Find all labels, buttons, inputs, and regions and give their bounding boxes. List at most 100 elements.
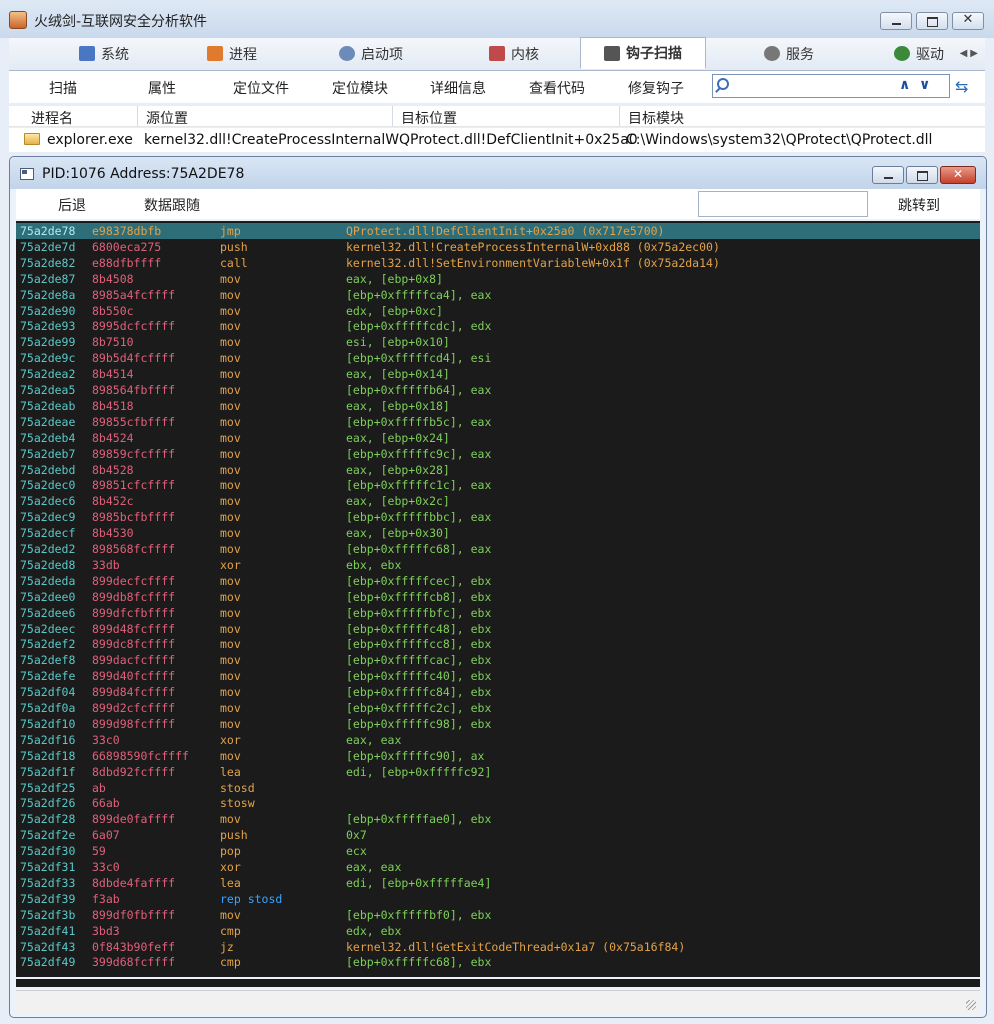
disasm-row[interactable]: 75a2df2e 6a07 push 0x7 — [16, 827, 980, 843]
disasm-row[interactable]: 75a2dee6 899dfcfbffff mov [ebp+0xfffffbfc],… — [16, 605, 980, 621]
search-input[interactable]: ∧ ∨ — [712, 74, 950, 98]
disasm-row[interactable]: 75a2df18 66898590fcffff mov [ebp+0xfffffc90… — [16, 748, 980, 764]
column-source[interactable]: 源位置 — [146, 108, 188, 128]
disasm-operands: edi, [ebp+0xfffffc92] — [346, 764, 492, 779]
disasm-row[interactable]: 75a2deda 899decfcffff mov [ebp+0xfffffcec],… — [16, 573, 980, 589]
disasm-mnemonic: stosw — [220, 796, 255, 811]
disasm-row[interactable]: 75a2de99 8b7510 mov esi, [ebp+0x10] — [16, 334, 980, 350]
search-next-icon[interactable]: ∨ — [919, 77, 930, 93]
disasm-row[interactable]: 75a2ded2 898568fcffff mov [ebp+0xfffffc68],… — [16, 541, 980, 557]
horizontal-scrollbar[interactable] — [16, 979, 980, 987]
disasm-row[interactable]: 75a2df0a 899d2cfcffff mov [ebp+0xfffffc2c],… — [16, 700, 980, 716]
disasm-row[interactable]: 75a2deec 899d48fcffff mov [ebp+0xfffffc48],… — [16, 621, 980, 637]
status-bar — [16, 990, 980, 1013]
resize-grip-icon[interactable] — [966, 1000, 976, 1010]
column-target[interactable]: 目标位置 — [401, 108, 457, 128]
disasm-row[interactable]: 75a2df25 ab stosd — [16, 780, 980, 796]
disasm-row[interactable]: 75a2dec9 8985bcfbffff mov [ebp+0xfffffbbc],… — [16, 509, 980, 525]
view-code-button[interactable]: 查看代码 — [529, 78, 585, 98]
tab-service[interactable]: 服务 — [734, 38, 844, 69]
tab-hook-scan[interactable]: 钩子扫描 — [580, 37, 706, 69]
column-target-module[interactable]: 目标模块 — [628, 108, 684, 128]
disasm-row[interactable]: 75a2de9c 89b5d4fcffff mov [ebp+0xfffffcd4],… — [16, 350, 980, 366]
disasm-row[interactable]: 75a2dea2 8b4514 mov eax, [ebp+0x14] — [16, 366, 980, 382]
maximize-button[interactable] — [916, 12, 948, 30]
disasm-row[interactable]: 75a2de90 8b550c mov edx, [ebp+0xc] — [16, 303, 980, 319]
close-button[interactable]: ✕ — [952, 12, 984, 30]
disasm-row[interactable]: 75a2de87 8b4508 mov eax, [ebp+0x8] — [16, 271, 980, 287]
column-divider[interactable] — [619, 106, 620, 126]
search-prev-icon[interactable]: ∧ — [899, 77, 910, 93]
disasm-row[interactable]: 75a2df33 8dbde4faffff lea edi, [ebp+0xfffff… — [16, 875, 980, 891]
locate-module-button[interactable]: 定位模块 — [332, 78, 388, 98]
scan-button[interactable]: 扫描 — [49, 78, 77, 98]
tab-kernel[interactable]: 内核 — [459, 38, 569, 69]
column-divider[interactable] — [137, 106, 138, 126]
refresh-icon[interactable]: ⇆ — [955, 77, 968, 96]
disasm-row[interactable]: 75a2de78 e98378dbfb jmp QProtect.dll!DefCli… — [16, 223, 980, 239]
minimize-button[interactable] — [880, 12, 912, 30]
disasm-row[interactable]: 75a2de7d 6800eca275 push kernel32.dll!Creat… — [16, 239, 980, 255]
disasm-row[interactable]: 75a2dec0 89851cfcffff mov [ebp+0xfffffc1c],… — [16, 477, 980, 493]
disasm-mnemonic: mov — [220, 573, 241, 588]
disasm-row[interactable]: 75a2defe 899d40fcffff mov [ebp+0xfffffc40],… — [16, 668, 980, 684]
maximize-button[interactable] — [906, 166, 938, 184]
disasm-bytes: 6800eca275 — [92, 239, 162, 254]
disasm-address: 75a2df0a — [20, 701, 76, 715]
close-button[interactable]: ✕ — [940, 166, 976, 184]
tab-label: 内核 — [511, 46, 539, 63]
locate-file-button[interactable]: 定位文件 — [233, 78, 289, 98]
disassembly-title-bar[interactable]: PID:1076 Address:75A2DE78 ✕ — [10, 157, 986, 189]
disasm-row[interactable]: 75a2de8a 8985a4fcffff mov [ebp+0xfffffca4],… — [16, 287, 980, 303]
disasm-row[interactable]: 75a2debd 8b4528 mov eax, [ebp+0x28] — [16, 462, 980, 478]
column-process[interactable]: 进程名 — [31, 108, 73, 128]
column-divider[interactable] — [392, 106, 393, 126]
follow-data-button[interactable]: 数据跟随 — [144, 195, 200, 215]
tab-startup[interactable]: 启动项 — [311, 38, 431, 69]
hook-table-row[interactable]: explorer.exe kernel32.dll!CreateProcessI… — [9, 128, 985, 152]
disasm-row[interactable]: 75a2df49 399d68fcffff cmp [ebp+0xfffffc68],… — [16, 954, 980, 970]
disasm-row[interactable]: 75a2df30 59 pop ecx — [16, 843, 980, 859]
disasm-row[interactable]: 75a2dee0 899db8fcffff mov [ebp+0xfffffcb8],… — [16, 589, 980, 605]
disasm-row[interactable]: 75a2df04 899d84fcffff mov [ebp+0xfffffc84],… — [16, 684, 980, 700]
disasm-bytes: 8b4514 — [92, 367, 134, 382]
disasm-row[interactable]: 75a2df26 66ab stosw — [16, 795, 980, 811]
disasm-row[interactable]: 75a2df10 899d98fcffff mov [ebp+0xfffffc98],… — [16, 716, 980, 732]
disasm-row[interactable]: 75a2deb7 89859cfcffff mov [ebp+0xfffffc9c],… — [16, 446, 980, 462]
disasm-row[interactable]: 75a2df3b 899df0fbffff mov [ebp+0xfffffbf0],… — [16, 907, 980, 923]
disasm-row[interactable]: 75a2df31 33c0 xor eax, eax — [16, 859, 980, 875]
disasm-row[interactable]: 75a2def2 899dc8fcffff mov [ebp+0xfffffcc8],… — [16, 636, 980, 652]
disasm-row[interactable]: 75a2df41 3bd3 cmp edx, ebx — [16, 923, 980, 939]
tab-process[interactable]: 进程 — [177, 38, 287, 69]
jump-to-button[interactable]: 跳转到 — [898, 195, 940, 215]
details-button[interactable]: 详细信息 — [430, 78, 486, 98]
disasm-row[interactable]: 75a2de82 e88dfbffff call kernel32.dll!SetEn… — [16, 255, 980, 271]
minimize-button[interactable] — [872, 166, 904, 184]
disasm-row[interactable]: 75a2de93 8995dcfcffff mov [ebp+0xfffffcdc],… — [16, 318, 980, 334]
disasm-row[interactable]: 75a2df1f 8dbd92fcffff lea edi, [ebp+0xfffff… — [16, 764, 980, 780]
disasm-row[interactable]: 75a2df43 0f843b90feff jz kernel32.dll!GetEx… — [16, 939, 980, 955]
back-button[interactable]: 后退 — [58, 195, 86, 215]
tab-system[interactable]: 系统 — [49, 38, 159, 69]
disasm-row[interactable]: 75a2def8 899dacfcffff mov [ebp+0xfffffcac],… — [16, 652, 980, 668]
tab-driver[interactable]: 驱动 — [879, 38, 959, 69]
disasm-address: 75a2df25 — [20, 780, 76, 795]
disasm-row[interactable]: 75a2ded8 33db xor ebx, ebx — [16, 557, 980, 573]
properties-button[interactable]: 属性 — [148, 78, 176, 98]
fix-hook-button[interactable]: 修复钩子 — [628, 78, 684, 98]
disasm-row[interactable]: 75a2deae 89855cfbffff mov [ebp+0xfffffb5c],… — [16, 414, 980, 430]
disasm-row[interactable]: 75a2dea5 898564fbffff mov [ebp+0xfffffb64],… — [16, 382, 980, 398]
disasm-row[interactable]: 75a2df39 f3ab rep stosd — [16, 891, 980, 907]
disasm-row[interactable]: 75a2decf 8b4530 mov eax, [ebp+0x30] — [16, 525, 980, 541]
disassembly-listing[interactable]: 75a2de78 e98378dbfb jmp QProtect.dll!DefCli… — [16, 221, 980, 977]
disasm-row[interactable]: 75a2df16 33c0 xor eax, eax — [16, 732, 980, 748]
disasm-row[interactable]: 75a2df28 899de0faffff mov [ebp+0xfffffae0],… — [16, 811, 980, 827]
disasm-row[interactable]: 75a2deb4 8b4524 mov eax, [ebp+0x24] — [16, 430, 980, 446]
title-bar[interactable]: 火绒剑-互联网安全分析软件 ✕ — [0, 0, 994, 38]
disasm-bytes: 8995dcfcffff — [92, 319, 176, 334]
app-title: 火绒剑-互联网安全分析软件 — [34, 14, 208, 30]
disasm-row[interactable]: 75a2deab 8b4518 mov eax, [ebp+0x18] — [16, 398, 980, 414]
disasm-row[interactable]: 75a2dec6 8b452c mov eax, [ebp+0x2c] — [16, 493, 980, 509]
tab-scroll-arrows-icon[interactable]: ◀▶ — [960, 48, 981, 59]
jump-address-input[interactable] — [698, 191, 868, 217]
